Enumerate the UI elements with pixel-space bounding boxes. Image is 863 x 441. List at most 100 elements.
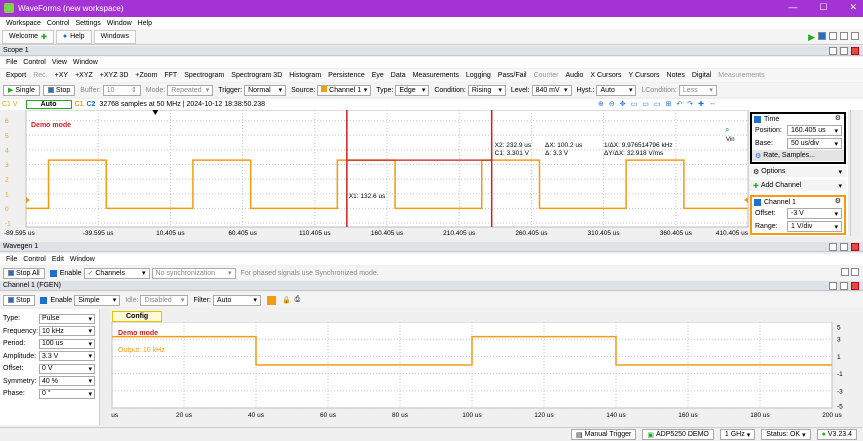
time-position-input[interactable]: 160.405 us ▾ xyxy=(787,125,842,136)
fgen-param-input[interactable]: 100 us ▾ xyxy=(39,338,95,349)
menu-window[interactable]: Window xyxy=(107,20,132,27)
menu-workspace[interactable]: Workspace xyxy=(6,20,41,27)
source-select[interactable]: Channel 1 ▾ xyxy=(317,84,372,96)
enable-checkbox[interactable]: Enable xyxy=(49,269,82,277)
zoom-y-icon[interactable]: ▭ xyxy=(654,100,661,108)
close-panel-icon[interactable] xyxy=(851,242,859,251)
time-base-input[interactable]: 50 us/div ▾ xyxy=(787,138,842,149)
toolbar-item[interactable]: FFT xyxy=(164,72,177,79)
lcondition-select[interactable]: Less ▾ xyxy=(678,84,717,96)
toolbar-item[interactable]: +XY xyxy=(55,72,68,79)
config-tab[interactable]: Config xyxy=(112,311,163,322)
buffer-input[interactable]: 10 ⇕ xyxy=(102,84,141,96)
filter-select[interactable]: Auto ▾ xyxy=(212,294,261,306)
channel1-offset-input[interactable]: -3 V ▾ xyxy=(787,208,842,219)
toolbar-item[interactable]: Audio xyxy=(566,72,584,79)
toolbar-item[interactable]: X Cursors xyxy=(590,72,621,79)
hyst-select[interactable]: Auto ▾ xyxy=(596,84,637,96)
level-input[interactable]: 840 mV ▾ xyxy=(531,84,572,96)
tile-icon[interactable] xyxy=(840,32,848,40)
clock-button[interactable]: 1 GHz ▾ xyxy=(719,429,756,440)
close-icon[interactable]: ✕ xyxy=(849,2,857,13)
tab-help[interactable]: ● Help xyxy=(55,29,92,44)
stop-all-icon[interactable] xyxy=(818,32,826,40)
toolbar-item[interactable]: Counter xyxy=(534,72,559,79)
zoom-x-icon[interactable]: ▭ xyxy=(642,100,649,108)
pan-icon[interactable]: ✥ xyxy=(620,100,626,108)
wavegen-menu-edit[interactable]: Edit xyxy=(52,256,64,263)
settings-icon[interactable] xyxy=(851,32,859,40)
scope-menu-window[interactable]: Window xyxy=(73,59,98,66)
redo-icon[interactable]: ↷ xyxy=(687,100,693,108)
toolbar-item[interactable]: Notes xyxy=(667,72,685,79)
maximize-panel-icon[interactable] xyxy=(840,242,848,251)
toolbar-item[interactable]: Measurements xyxy=(718,72,764,79)
single-button[interactable]: ▶ Single xyxy=(3,84,40,96)
channel1-checkbox[interactable] xyxy=(754,198,761,206)
maximize-panel-icon[interactable] xyxy=(840,46,848,55)
restore-icon[interactable] xyxy=(829,242,837,251)
toolbar-item[interactable]: +Zoom xyxy=(135,72,157,79)
color-swatch-icon[interactable] xyxy=(266,295,276,305)
auto-scale-button[interactable]: Auto xyxy=(25,100,72,109)
fgen-enable-checkbox[interactable]: Enable xyxy=(40,296,72,304)
fgen-param-input[interactable]: 0 V ▾ xyxy=(39,363,95,374)
run-all-icon[interactable]: ▶ xyxy=(808,32,815,43)
zoom-box-icon[interactable]: ▭ xyxy=(631,100,638,108)
menu-control[interactable]: Control xyxy=(47,20,70,27)
mode-select[interactable]: Repeated ▾ xyxy=(167,84,214,96)
condition-select[interactable]: Rising ▾ xyxy=(467,84,506,96)
tab-welcome[interactable]: Welcome ✚ xyxy=(2,29,54,44)
menu-settings[interactable]: Settings xyxy=(75,20,100,27)
restore-icon[interactable] xyxy=(829,46,837,55)
version-button[interactable]: ● V3.23.4 xyxy=(816,429,857,440)
idle-select[interactable]: Disabled ▾ xyxy=(140,294,189,306)
fgen-stop-button[interactable]: Stop xyxy=(3,294,36,306)
toolbar-item[interactable]: Eye xyxy=(372,72,384,79)
cursor-menu-icon[interactable]: ↔ xyxy=(709,100,716,108)
print-icon[interactable]: ⎙ xyxy=(295,296,301,304)
channel1-settings-icon[interactable]: ⚙ xyxy=(835,197,841,205)
toolbar-item[interactable]: Logging xyxy=(466,72,491,79)
wavegen-options-icon[interactable] xyxy=(841,268,849,276)
stop-button[interactable]: Stop xyxy=(42,84,76,96)
toolbar-item[interactable]: +XYZ xyxy=(75,72,93,79)
rate-samples-button[interactable]: ⚙ Rate, Samples... xyxy=(752,150,844,161)
trigger-select[interactable]: Normal ▾ xyxy=(244,84,287,96)
scope-scrollbar[interactable] xyxy=(850,110,860,236)
toolbar-item[interactable]: Y Cursors xyxy=(629,72,660,79)
toolbar-item[interactable]: +XYZ 3D xyxy=(100,72,129,79)
add-icon[interactable]: ✚ xyxy=(41,33,47,41)
wavegen-menu-control[interactable]: Control xyxy=(23,256,46,263)
zoom-out-icon[interactable]: ⊖ xyxy=(609,100,615,108)
close-panel-icon[interactable] xyxy=(851,46,859,55)
device-button[interactable]: ▣ ADP5250 DEMO xyxy=(642,429,714,440)
toolbar-item[interactable]: Spectrogram 3D xyxy=(231,72,282,79)
toolbar-item[interactable]: Persistence xyxy=(328,72,365,79)
toolbar-item[interactable]: Export xyxy=(6,72,26,79)
auto-fit-icon[interactable]: ⊞ xyxy=(666,100,672,108)
toolbar-item[interactable]: Rec. xyxy=(33,72,47,79)
toolbar-item[interactable]: Spectrogram xyxy=(184,72,224,79)
fgen-param-input[interactable]: 0 ° ▾ xyxy=(39,388,95,399)
sync-select[interactable]: No synchronization ▾ xyxy=(151,267,236,279)
zoom-in-icon[interactable]: ⊕ xyxy=(598,100,604,108)
menu-help[interactable]: Help xyxy=(138,20,152,27)
wavegen-menu-window[interactable]: Window xyxy=(70,256,95,263)
search-icon[interactable]: ⌕ xyxy=(725,125,729,134)
channels-select[interactable]: ✓ Channels ▾ xyxy=(83,267,150,279)
scope-plot[interactable]: 7 6 5 4 3 2 1 0 -1 -89.595 us -39.595 us 10.405 us… xyxy=(0,110,750,238)
scope-menu-control[interactable]: Control xyxy=(23,59,46,66)
toolbar-item[interactable]: Pass/Fail xyxy=(498,72,527,79)
channel1-range-input[interactable]: 1 V/div ▾ xyxy=(787,221,842,232)
tab-windows[interactable]: Windows xyxy=(93,29,136,44)
fgen-param-input[interactable]: 10 kHz ▾ xyxy=(39,326,95,336)
minimize-icon[interactable]: — xyxy=(788,2,797,13)
wavegen-settings-icon[interactable] xyxy=(851,268,859,276)
stop-all-button[interactable]: Stop All xyxy=(3,267,45,279)
toolbar-item[interactable]: Measurements xyxy=(413,72,459,79)
undo-icon[interactable]: ↶ xyxy=(676,100,682,108)
manual-trigger-button[interactable]: ▤ Manual Trigger xyxy=(571,429,637,440)
time-settings-icon[interactable]: ⚙ xyxy=(835,114,841,122)
fgen-splitter[interactable] xyxy=(100,309,110,425)
